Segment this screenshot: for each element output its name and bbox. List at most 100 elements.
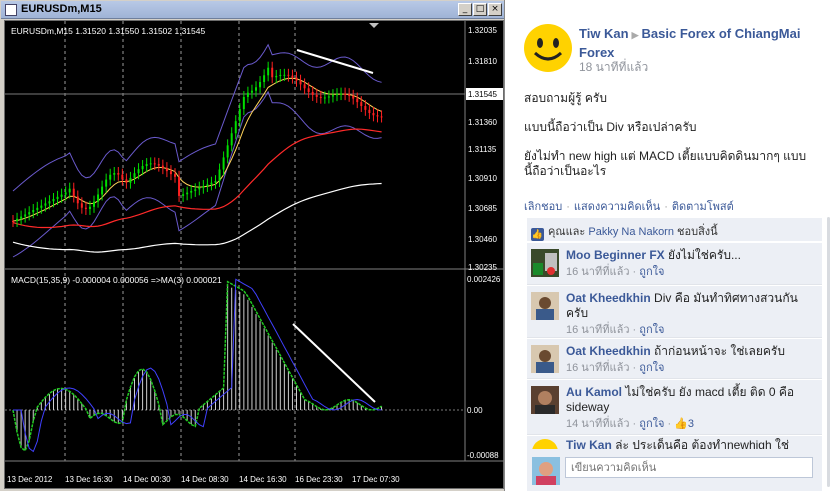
macd-info-line: MACD(15,35,9) -0.000004 0.000056 =>MA(3)… xyxy=(11,275,222,285)
candle-body xyxy=(263,75,266,83)
candle-body xyxy=(141,166,144,170)
chart-window-title: EURUSDm,M15 xyxy=(21,3,102,15)
commenter-avatar[interactable] xyxy=(531,345,559,373)
candle-body xyxy=(28,212,31,215)
candle-body xyxy=(182,194,185,196)
candle-body xyxy=(40,205,43,208)
candle-body xyxy=(76,196,79,204)
time-tick-label: 14 Dec 16:30 xyxy=(239,475,287,484)
comment-item: Oat Kheedkhin ถ้าก่อนหน้าจะ ใช่เลยครับ 16… xyxy=(527,339,822,379)
candle-body xyxy=(174,174,176,177)
likes-summary: 👍 คุณและ Pakky Na Nakorn ชอบสิ่งนี้ xyxy=(527,218,822,242)
candle-body xyxy=(340,93,343,95)
candle-body xyxy=(113,173,116,175)
candle-body xyxy=(352,95,355,99)
likes-prefix: คุณและ xyxy=(548,226,586,238)
comment-input[interactable] xyxy=(565,457,813,478)
scrollbar-track[interactable] xyxy=(827,217,830,487)
candle-body xyxy=(234,121,237,134)
commenter-avatar[interactable] xyxy=(531,292,559,320)
commenter-name[interactable]: Oat Kheedkhin xyxy=(566,291,651,305)
candle-body xyxy=(279,75,282,77)
comment-time[interactable]: 16 นาทีที่แล้ว xyxy=(566,266,630,278)
candle-body xyxy=(153,163,156,165)
candle-body xyxy=(52,199,55,202)
chart-window-icon xyxy=(5,4,17,16)
post-time[interactable]: 18 นาทีที่แล้ว xyxy=(579,58,648,77)
candle-body xyxy=(161,165,164,169)
time-tick-label: 13 Dec 16:30 xyxy=(65,475,113,484)
comment-text: ถ้าก่อนหน้าจะ ใช่เลยครับ xyxy=(654,344,785,358)
time-tick-label: 14 Dec 08:30 xyxy=(181,475,229,484)
price-trend-line xyxy=(296,49,374,74)
comment-link[interactable]: แสดงความคิดเห็น xyxy=(574,201,660,213)
comment-time[interactable]: 16 นาทีที่แล้ว xyxy=(566,324,630,336)
candle-body xyxy=(255,87,257,91)
close-button[interactable]: × xyxy=(488,3,502,16)
unlike-link[interactable]: เลิกชอบ xyxy=(524,201,562,213)
lower-band-line xyxy=(12,90,382,258)
candle-body xyxy=(56,196,59,200)
candle-body xyxy=(275,75,278,78)
comment-item: Au Kamol ไม่ใช่ครับ ยัง macd เตี้ย ติด 0… xyxy=(527,380,822,435)
candle-body xyxy=(267,67,270,76)
thumbs-up-icon: 👍 xyxy=(531,228,544,241)
candle-body xyxy=(336,94,338,96)
candle-body xyxy=(190,190,193,193)
chart-title-bar[interactable]: EURUSDm,M15 _ □ × xyxy=(1,1,504,19)
macd-tick-label: -0.00088 xyxy=(467,451,499,460)
post-line: ยังไม่ทำ new high แต่ MACD เตี้ยแบบคิดดิ… xyxy=(524,149,807,178)
minimize-button[interactable]: _ xyxy=(458,3,472,16)
commenter-name[interactable]: Moo Beginner FX xyxy=(566,248,665,262)
macd-trend-line xyxy=(292,323,376,403)
candle-body xyxy=(125,179,128,183)
candle-body xyxy=(356,98,359,103)
comment-like-link[interactable]: ถูกใจ xyxy=(639,324,664,336)
candle-body xyxy=(186,192,189,195)
candle-body xyxy=(368,109,371,114)
commenter-name[interactable]: Au Kamol xyxy=(566,385,622,399)
commenter-name[interactable]: Oat Kheedkhin xyxy=(566,344,651,358)
comment-like-link[interactable]: ถูกใจ xyxy=(639,362,664,374)
comment-item: Tiw Kan ล่ะ ประเด็นคือ ต้องทำnewhigh ใช่ xyxy=(527,436,822,450)
candle-body xyxy=(36,207,39,211)
candle-body xyxy=(109,174,112,180)
chart-shift-marker[interactable] xyxy=(369,23,379,28)
price-tick-label: 1.30460 xyxy=(468,235,497,244)
price-tick-label: 1.30235 xyxy=(468,263,497,272)
candle-body xyxy=(16,218,19,221)
candle-body xyxy=(222,157,225,170)
comment-like-link[interactable]: ถูกใจ xyxy=(639,418,664,430)
thumbs-up-icon: 👍 xyxy=(674,418,688,430)
candle-body xyxy=(178,176,181,196)
candle-body xyxy=(133,173,136,178)
price-chart-area[interactable]: EURUSDm,M15 1.31520 1.31550 1.31502 1.31… xyxy=(4,20,505,489)
candle-body xyxy=(250,90,253,93)
candle-body xyxy=(84,207,87,209)
author-link[interactable]: Tiw Kan xyxy=(579,26,629,41)
candle-body xyxy=(44,203,47,206)
comment-like-link[interactable]: ถูกใจ xyxy=(639,266,664,278)
candle-body xyxy=(60,194,63,197)
comment-time[interactable]: 14 นาทีที่แล้ว xyxy=(566,418,630,430)
commenter-avatar[interactable] xyxy=(531,386,559,414)
candle-body xyxy=(48,201,51,204)
candle-body xyxy=(303,84,306,89)
current-price-label: 1.31545 xyxy=(468,90,497,99)
candle-body xyxy=(194,189,197,191)
comment-time[interactable]: 16 นาทีที่แล้ว xyxy=(566,362,630,374)
maximize-button[interactable]: □ xyxy=(473,3,487,16)
candle-body xyxy=(129,177,132,183)
candle-body xyxy=(149,163,152,165)
price-tick-label: 1.31135 xyxy=(468,145,497,154)
candle-body xyxy=(246,92,249,97)
commenter-avatar[interactable] xyxy=(531,249,559,277)
liker-link[interactable]: Pakky Na Nakorn xyxy=(588,226,674,238)
author-avatar[interactable] xyxy=(523,23,573,73)
candle-body xyxy=(137,169,140,174)
comment-like-count[interactable]: 👍3 xyxy=(674,418,694,430)
candle-body xyxy=(20,216,23,219)
comments-scrollbar[interactable] xyxy=(824,215,832,491)
follow-post-link[interactable]: ติดตามโพสต์ xyxy=(672,201,734,213)
candle-body xyxy=(283,74,286,76)
